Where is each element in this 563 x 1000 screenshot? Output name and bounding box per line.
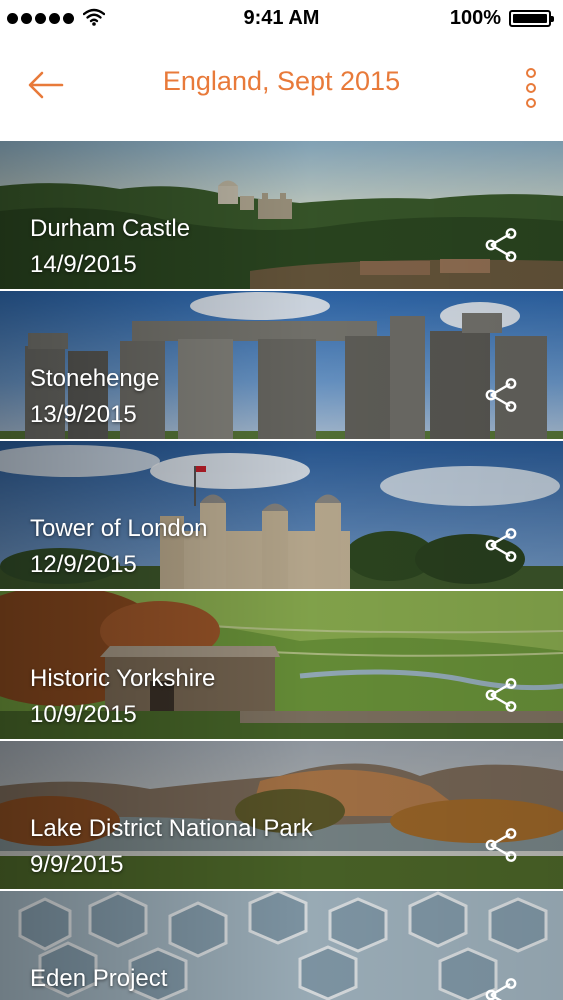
share-icon[interactable] [483,377,519,413]
nav-bar: England, Sept 2015 [0,38,563,141]
place-date: 9/9/2015 [30,851,124,878]
share-icon[interactable] [483,677,519,713]
place-date: 12/9/2015 [30,551,137,578]
list-item[interactable]: Stonehenge 13/9/2015 [0,291,563,441]
share-icon[interactable] [483,527,519,563]
place-name: Durham Castle [30,215,191,242]
share-icon[interactable] [483,227,519,263]
battery-percentage: 100% [449,7,501,29]
place-name: Tower of London [30,515,208,542]
place-date: 14/9/2015 [30,251,137,278]
place-name: Historic Yorkshire [30,665,216,692]
status-bar: 9:41 AM 100% [0,0,563,38]
list-item[interactable]: Eden Project [0,891,563,1000]
battery-full-icon [509,10,554,27]
place-name: Stonehenge [30,365,160,392]
share-icon[interactable] [483,977,519,1000]
more-vertical-icon[interactable] [523,68,539,108]
place-name: Eden Project [30,965,168,992]
list-item[interactable]: Lake District National Park 9/9/2015 [0,741,563,891]
list-item[interactable]: Historic Yorkshire 10/9/2015 [0,591,563,741]
list-item[interactable]: Durham Castle 14/9/2015 [0,141,563,291]
list-item[interactable]: Tower of London 12/9/2015 [0,441,563,591]
share-icon[interactable] [483,827,519,863]
place-date: 10/9/2015 [30,701,137,728]
page-title: England, Sept 2015 [162,66,401,96]
place-name: Lake District National Park [30,815,313,842]
place-date: 13/9/2015 [30,401,137,428]
places-list: Durham Castle 14/9/2015 Stonehenge 13/9/… [0,141,563,1000]
